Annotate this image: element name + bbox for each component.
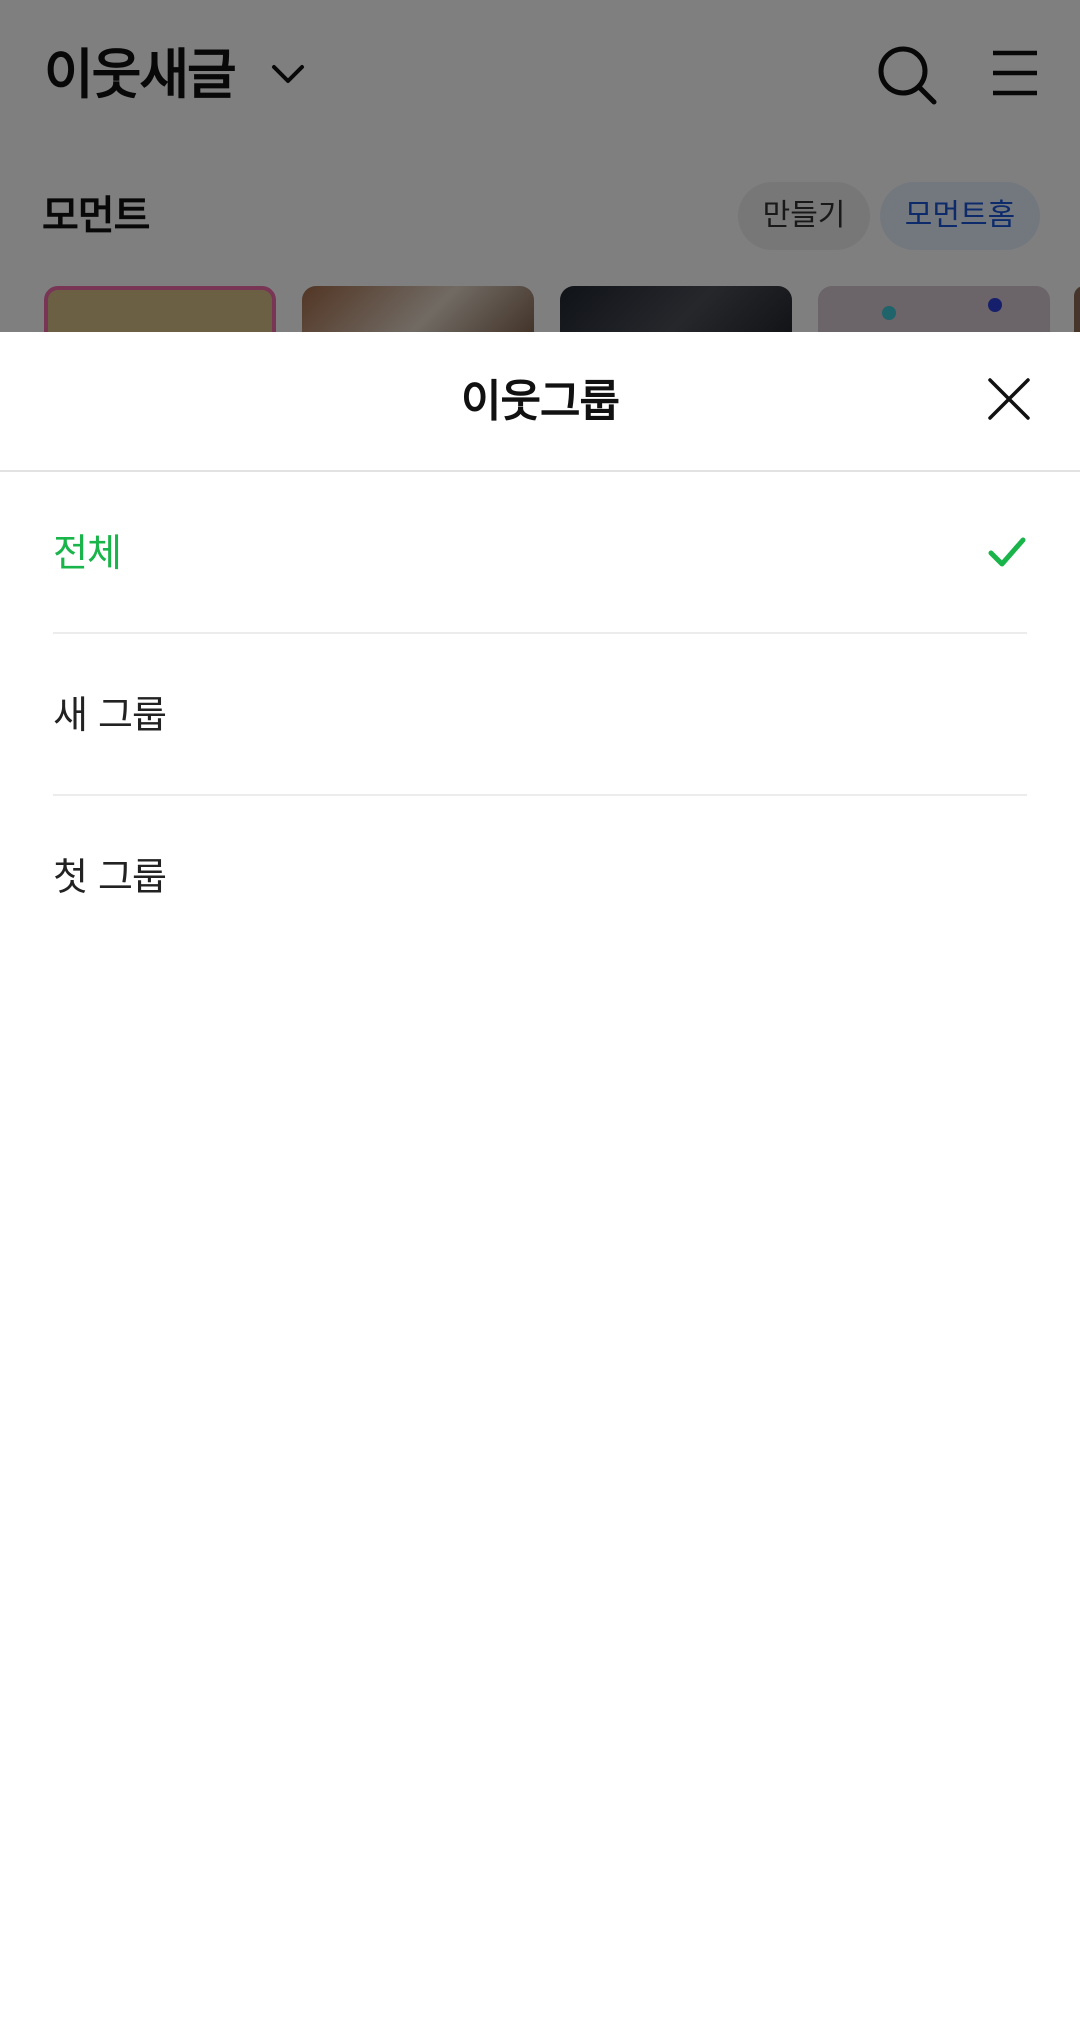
group-item-new[interactable]: 새 그룹 bbox=[53, 634, 1027, 796]
group-item-all[interactable]: 전체 bbox=[53, 472, 1027, 634]
check-icon bbox=[988, 537, 1026, 567]
group-item-label: 전체 bbox=[53, 531, 122, 575]
group-item-label: 첫 그룹 bbox=[53, 855, 167, 899]
close-button[interactable] bbox=[974, 364, 1044, 434]
group-item-label: 새 그룹 bbox=[53, 693, 167, 737]
close-icon bbox=[988, 378, 1030, 420]
sheet-header: 이웃그룹 bbox=[0, 332, 1080, 472]
neighbor-group-sheet: 이웃그룹 전체 새 그룹 첫 그룹 bbox=[0, 332, 1080, 2032]
sheet-title: 이웃그룹 bbox=[461, 376, 620, 427]
group-item-first[interactable]: 첫 그룹 bbox=[53, 796, 1027, 958]
group-list: 전체 새 그룹 첫 그룹 bbox=[53, 472, 1027, 958]
